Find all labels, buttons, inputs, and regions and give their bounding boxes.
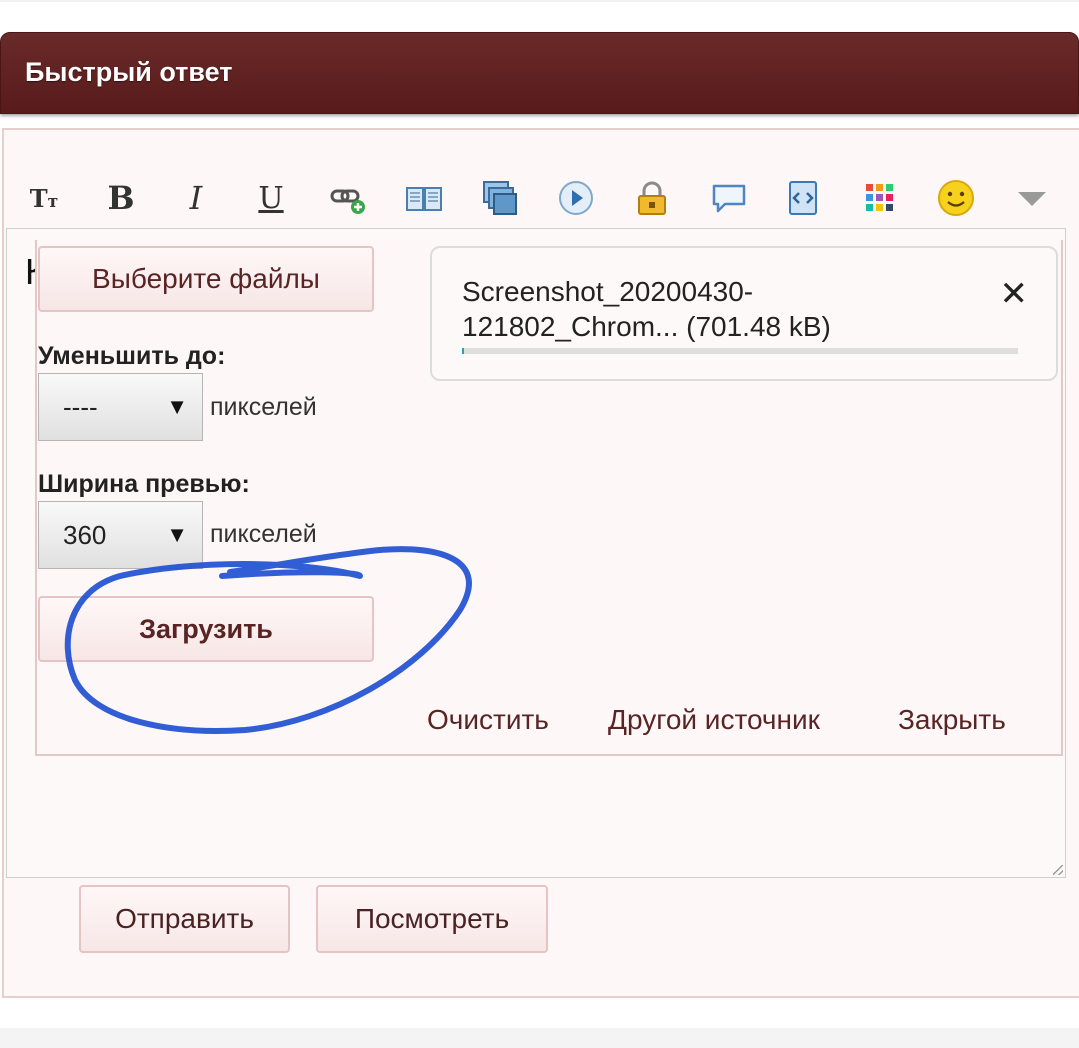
bold-icon[interactable]: B <box>99 176 143 220</box>
lock-icon[interactable] <box>630 176 674 220</box>
bottom-divider <box>0 1028 1079 1048</box>
preview-width-label: Ширина превью: <box>38 470 250 498</box>
play-video-icon[interactable] <box>554 176 598 220</box>
preview-width-value: 360 <box>63 519 107 550</box>
editor-toolbar: Tт B I U <box>4 170 1079 226</box>
send-button[interactable]: Отправить <box>79 885 290 953</box>
pixels-unit-label: пикселей <box>210 393 317 421</box>
preview-button[interactable]: Посмотреть <box>316 885 548 953</box>
top-divider <box>0 0 1079 2</box>
code-icon[interactable] <box>782 176 826 220</box>
close-link[interactable]: Закрыть <box>898 704 1006 736</box>
choose-files-button[interactable]: Выберите файлы <box>38 246 374 312</box>
upload-progress-fill <box>462 348 465 354</box>
upload-button[interactable]: Загрузить <box>38 596 374 662</box>
color-grid-icon[interactable] <box>858 176 902 220</box>
reduce-label: Уменьшить до: <box>38 342 226 370</box>
font-size-icon[interactable]: Tт <box>22 176 66 220</box>
smiley-icon[interactable] <box>934 176 978 220</box>
speech-bubble-icon[interactable] <box>707 176 751 220</box>
book-icon[interactable] <box>402 176 446 220</box>
upload-progress-bar <box>462 348 1018 354</box>
resize-handle[interactable] <box>1053 865 1063 875</box>
dropdown-caret-icon: ▼ <box>166 394 188 419</box>
more-chevron-down-icon[interactable] <box>1010 176 1054 220</box>
reduce-size-value: ---- <box>63 391 98 422</box>
file-name: Screenshot_20200430- 121802_Chrom... (70… <box>462 276 831 342</box>
preview-width-select[interactable]: 360 ▼ <box>38 501 203 569</box>
header-title: Быстрый ответ <box>25 57 233 87</box>
selected-file-card: Screenshot_20200430- 121802_Chrom... (70… <box>430 246 1058 381</box>
remove-file-close-icon[interactable]: ✕ <box>1000 274 1029 314</box>
dropdown-caret-icon: ▼ <box>166 522 188 547</box>
other-source-link[interactable]: Другой источник <box>608 704 820 736</box>
clear-link[interactable]: Очистить <box>427 704 549 736</box>
pixels-unit-label: пикселей <box>210 520 317 548</box>
link-icon[interactable] <box>326 176 370 220</box>
image-gallery-icon[interactable] <box>478 176 522 220</box>
underline-icon[interactable]: U <box>249 176 293 220</box>
quick-reply-header: Быстрый ответ <box>0 32 1079 114</box>
reduce-size-select[interactable]: ---- ▼ <box>38 373 203 441</box>
italic-icon[interactable]: I <box>174 176 218 220</box>
